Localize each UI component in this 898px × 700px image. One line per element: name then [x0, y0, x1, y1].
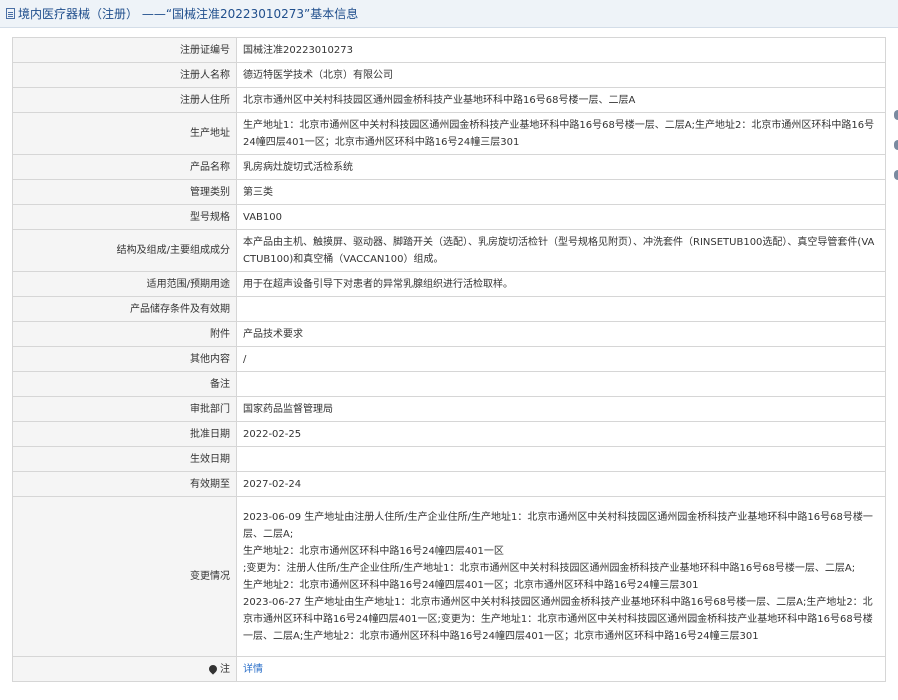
row-intended-use: 适用范围/预期用途 用于在超声设备引导下对患者的异常乳腺组织进行活检取样。 — [12, 271, 886, 297]
document-icon — [6, 8, 15, 19]
field-label: 生效日期 — [12, 446, 237, 472]
field-label: 产品储存条件及有效期 — [12, 296, 237, 322]
row-approval-date: 批准日期 2022-02-25 — [12, 421, 886, 447]
side-scroll-markers — [894, 110, 898, 230]
field-label: 其他内容 — [12, 346, 237, 372]
change-line: ;变更为：注册人住所/生产企业住所/生产地址1：北京市通州区中关村科技园区通州园… — [243, 562, 856, 574]
field-label: 注册人名称 — [12, 62, 237, 88]
page-header: 境内医疗器械（注册） ——“国械注准20223010273”基本信息 — [0, 0, 898, 28]
field-value: 国家药品监督管理局 — [236, 396, 886, 422]
details-link[interactable]: 详情 — [243, 664, 263, 675]
row-registrant-address: 注册人住所 北京市通州区中关村科技园区通州园金桥科技产业基地环科中路16号68号… — [12, 87, 886, 113]
field-value: / — [236, 346, 886, 372]
field-label: 注册人住所 — [12, 87, 237, 113]
change-line: 2023-06-27 生产地址由生产地址1：北京市通州区中关村科技园区通州园金桥… — [243, 596, 873, 642]
field-label: 生产地址 — [12, 112, 237, 155]
note-label: 注 — [220, 663, 230, 675]
page-title: 境内医疗器械（注册） ——“国械注准20223010273”基本信息 — [18, 7, 359, 21]
row-approval-department: 审批部门 国家药品监督管理局 — [12, 396, 886, 422]
row-effective-date: 生效日期 — [12, 446, 886, 472]
field-value: 第三类 — [236, 179, 886, 205]
location-pin-icon — [207, 662, 219, 675]
field-value — [236, 296, 886, 322]
detail-table: 注册证编号 国械注准20223010273 注册人名称 德迈特医学技术（北京）有… — [12, 37, 886, 682]
field-value: 乳房病灶旋切式活检系统 — [236, 154, 886, 180]
field-value: 用于在超声设备引导下对患者的异常乳腺组织进行活检取样。 — [236, 271, 886, 297]
side-marker[interactable] — [894, 170, 898, 180]
field-label: 适用范围/预期用途 — [12, 271, 237, 297]
row-product-name: 产品名称 乳房病灶旋切式活检系统 — [12, 154, 886, 180]
row-production-address: 生产地址 生产地址1：北京市通州区中关村科技园区通州园金桥科技产业基地环科中路1… — [12, 112, 886, 155]
field-label: 有效期至 — [12, 471, 237, 497]
field-value: 本产品由主机、触摸屏、驱动器、脚踏开关（选配）、乳房旋切活检针（型号规格见附页）… — [236, 229, 886, 272]
field-label: 注册证编号 — [12, 37, 237, 63]
change-history-value: 2023-06-09 生产地址由注册人住所/生产企业住所/生产地址1：北京市通州… — [236, 496, 886, 657]
row-structure-composition: 结构及组成/主要组成成分 本产品由主机、触摸屏、驱动器、脚踏开关（选配）、乳房旋… — [12, 229, 886, 272]
field-value: 2027-02-24 — [236, 471, 886, 497]
field-value: VAB100 — [236, 204, 886, 230]
field-value — [236, 446, 886, 472]
field-label: 产品名称 — [12, 154, 237, 180]
row-storage-conditions: 产品储存条件及有效期 — [12, 296, 886, 322]
field-label: 结构及组成/主要组成成分 — [12, 229, 237, 272]
side-marker[interactable] — [894, 110, 898, 120]
field-label: 型号规格 — [12, 204, 237, 230]
row-change-history: 变更情况 2023-06-09 生产地址由注册人住所/生产企业住所/生产地址1：… — [12, 496, 886, 657]
row-note: 注 详情 — [12, 656, 886, 682]
field-label: 批准日期 — [12, 421, 237, 447]
field-value: 2022-02-25 — [236, 421, 886, 447]
row-remarks: 备注 — [12, 371, 886, 397]
change-line: 生产地址2：北京市通州区环科中路16号24幢四层401一区；北京市通州区环科中路… — [243, 579, 699, 591]
field-label: 审批部门 — [12, 396, 237, 422]
field-value: 产品技术要求 — [236, 321, 886, 347]
field-label: 附件 — [12, 321, 237, 347]
field-value: 德迈特医学技术（北京）有限公司 — [236, 62, 886, 88]
field-label: 管理类别 — [12, 179, 237, 205]
field-label: 变更情况 — [12, 496, 237, 657]
row-management-category: 管理类别 第三类 — [12, 179, 886, 205]
row-model-spec: 型号规格 VAB100 — [12, 204, 886, 230]
note-label-cell: 注 — [12, 656, 237, 682]
row-attachment: 附件 产品技术要求 — [12, 321, 886, 347]
field-value: 生产地址1：北京市通州区中关村科技园区通州园金桥科技产业基地环科中路16号68号… — [236, 112, 886, 155]
field-label: 备注 — [12, 371, 237, 397]
row-other-content: 其他内容 / — [12, 346, 886, 372]
change-line: 生产地址2：北京市通州区环科中路16号24幢四层401一区 — [243, 545, 504, 557]
field-value — [236, 371, 886, 397]
row-valid-until: 有效期至 2027-02-24 — [12, 471, 886, 497]
field-value: 国械注准20223010273 — [236, 37, 886, 63]
field-value: 北京市通州区中关村科技园区通州园金桥科技产业基地环科中路16号68号楼一层、二层… — [236, 87, 886, 113]
side-marker[interactable] — [894, 140, 898, 150]
note-value: 详情 — [236, 656, 886, 682]
row-registrant-name: 注册人名称 德迈特医学技术（北京）有限公司 — [12, 62, 886, 88]
change-line: 2023-06-09 生产地址由注册人住所/生产企业住所/生产地址1：北京市通州… — [243, 511, 873, 540]
row-registration-number: 注册证编号 国械注准20223010273 — [12, 37, 886, 63]
